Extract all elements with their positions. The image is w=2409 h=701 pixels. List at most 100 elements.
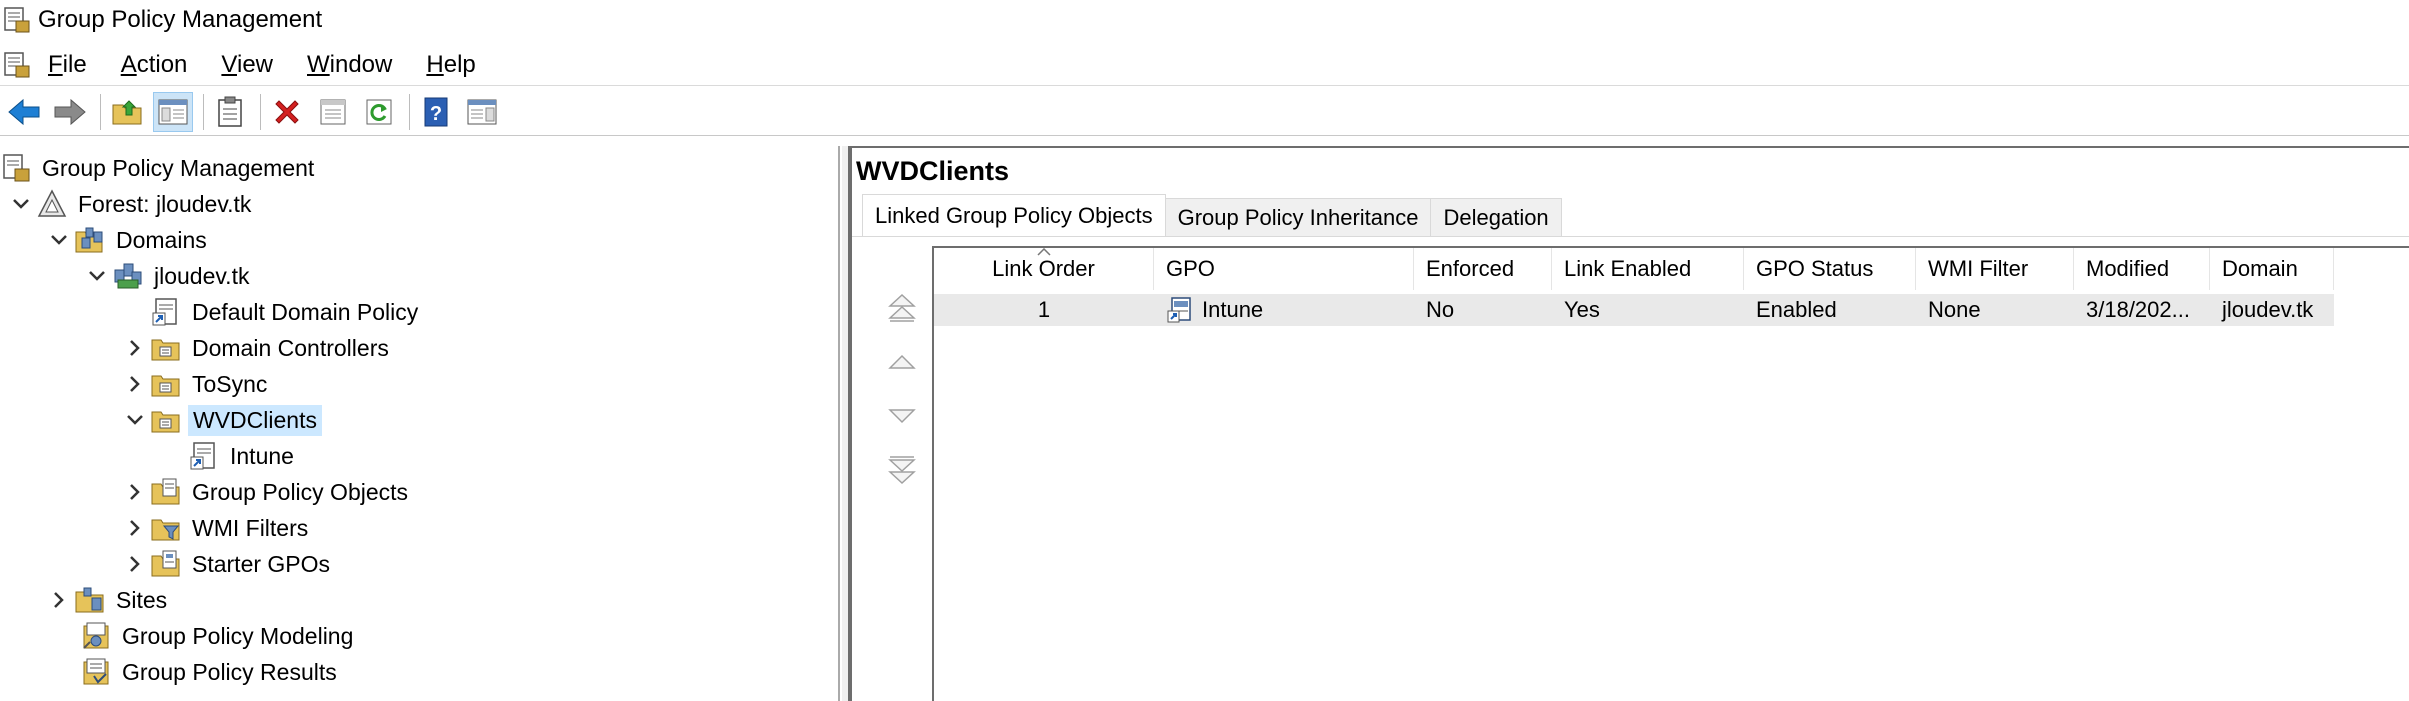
move-to-top-button[interactable]: [882, 288, 922, 328]
tree-item-label: jloudev.tk: [154, 262, 250, 289]
tree-item-label: Group Policy Modeling: [122, 622, 354, 649]
cell-gpo-status: Enabled: [1756, 297, 1837, 322]
cell-link-enabled: Yes: [1564, 297, 1600, 322]
column-header-gpo[interactable]: GPO: [1154, 248, 1414, 290]
tree-item-group-policy-results[interactable]: Group Policy Results: [80, 655, 341, 689]
gpo-link-icon: [190, 442, 215, 470]
toolbar-separator: [260, 93, 261, 130]
menu-bar: File Action View Window Help: [0, 44, 2409, 86]
tab-gp-inheritance[interactable]: Group Policy Inheritance: [1164, 198, 1432, 236]
show-hide-tree-icon: [158, 99, 188, 124]
back-button[interactable]: [4, 92, 44, 132]
chevron-right-icon[interactable]: [120, 549, 150, 579]
column-header-wmi-filter[interactable]: WMI Filter: [1916, 248, 2074, 290]
chevron-right-icon[interactable]: [120, 333, 150, 363]
modeling-icon: [83, 622, 109, 649]
details-pane: WVDClients Linked Group Policy Objects G…: [852, 146, 2409, 701]
forward-button[interactable]: [50, 92, 90, 132]
tree-item-domain-jloudev[interactable]: jloudev.tk: [82, 259, 253, 293]
starter-gpo-folder-icon: [151, 550, 180, 577]
menu-window[interactable]: Window: [307, 51, 392, 79]
paste-button[interactable]: [210, 92, 250, 132]
menu-file[interactable]: File: [48, 51, 87, 79]
tree-item-default-domain-policy[interactable]: Default Domain Policy: [150, 295, 422, 329]
forward-arrow-icon: [54, 98, 86, 125]
ou-folder-icon: [151, 339, 180, 361]
menu-view[interactable]: View: [221, 51, 273, 79]
chevron-down-icon[interactable]: [82, 261, 112, 291]
svg-text:?: ?: [430, 103, 442, 125]
column-header-modified[interactable]: Modified: [2074, 248, 2210, 290]
column-header-gpo-status[interactable]: GPO Status: [1744, 248, 1916, 290]
tab-delegation[interactable]: Delegation: [1430, 198, 1562, 236]
ou-folder-icon: [151, 375, 180, 397]
window-title: Group Policy Management: [38, 6, 323, 33]
tree-item-tosync[interactable]: ToSync: [120, 367, 271, 401]
tree-item-sites[interactable]: Sites: [44, 583, 171, 617]
linked-gpo-list[interactable]: Link Order GPO Enforced Link Enabled GPO…: [932, 246, 2409, 701]
results-icon: [83, 658, 109, 685]
chevron-down-icon[interactable]: [120, 405, 150, 435]
link-order-buttons: [882, 288, 922, 504]
cell-gpo: Intune: [1154, 294, 1414, 326]
properties-button[interactable]: [313, 92, 353, 132]
chevron-down-icon[interactable]: [44, 225, 74, 255]
table-row[interactable]: 1 Intune No Yes Enabled None 3/18/202...…: [934, 294, 2334, 326]
help-button[interactable]: ?: [416, 92, 456, 132]
tree-item-group-policy-objects[interactable]: Group Policy Objects: [120, 475, 412, 509]
column-header-link-order[interactable]: Link Order: [934, 248, 1154, 290]
tree-item-wvdclients[interactable]: WVDClients: [120, 403, 322, 437]
chevron-right-icon[interactable]: [120, 513, 150, 543]
system-menu-icon[interactable]: [2, 50, 32, 80]
help-icon: ?: [424, 97, 448, 126]
tree-item-wmi-filters[interactable]: WMI Filters: [120, 511, 312, 545]
action-pane-icon: [467, 99, 497, 124]
tree-item-domains[interactable]: Domains: [44, 223, 211, 257]
tree-item-domain-controllers[interactable]: Domain Controllers: [120, 331, 393, 365]
toolbar: ?: [0, 88, 2409, 136]
tree-item-starter-gpos[interactable]: Starter GPOs: [120, 547, 334, 581]
cell-enforced: No: [1426, 297, 1455, 322]
delete-button[interactable]: [267, 92, 307, 132]
gpmc-app-icon: [4, 7, 30, 33]
tree-item-label: Domain Controllers: [192, 334, 389, 361]
cell-domain: jloudev.tk: [2222, 297, 2314, 322]
tree-item-gpm-root[interactable]: Group Policy Management: [0, 151, 318, 185]
toolbar-separator: [203, 93, 204, 130]
chevron-right-icon[interactable]: [120, 477, 150, 507]
tree-item-label: Sites: [116, 586, 168, 613]
gpmc-root-icon: [3, 154, 30, 182]
tree-item-label: Domains: [116, 226, 207, 253]
tree-item-forest[interactable]: Forest: jloudev.tk: [6, 187, 255, 221]
refresh-button[interactable]: [359, 92, 399, 132]
up-one-level-button[interactable]: [107, 92, 147, 132]
gpo-folder-icon: [151, 478, 180, 505]
chevron-down-icon[interactable]: [6, 189, 36, 219]
tree-item-label: Group Policy Objects: [192, 478, 409, 505]
column-header-domain[interactable]: Domain: [2210, 248, 2334, 290]
menu-help[interactable]: Help: [426, 51, 475, 79]
move-up-button[interactable]: [882, 342, 922, 382]
menu-action[interactable]: Action: [121, 51, 188, 79]
move-down-icon: [888, 409, 916, 424]
column-header-link-enabled[interactable]: Link Enabled: [1552, 248, 1744, 290]
tab-linked-gpos[interactable]: Linked Group Policy Objects: [862, 194, 1166, 236]
move-to-top-icon: [888, 293, 916, 322]
cell-wmi-filter: None: [1928, 297, 1981, 322]
move-to-bottom-icon: [888, 456, 916, 485]
show-hide-console-tree-button[interactable]: [153, 91, 193, 132]
gpo-link-icon: [152, 298, 177, 326]
column-header-enforced[interactable]: Enforced: [1414, 248, 1552, 290]
chevron-right-icon[interactable]: [44, 585, 74, 615]
tree-item-intune[interactable]: Intune: [188, 439, 298, 473]
console-tree[interactable]: Group Policy Management Forest: jloudev.…: [0, 146, 840, 701]
tree-item-label: Starter GPOs: [192, 550, 331, 577]
move-to-bottom-button[interactable]: [882, 450, 922, 490]
chevron-right-icon[interactable]: [120, 369, 150, 399]
move-down-button[interactable]: [882, 396, 922, 436]
tree-item-group-policy-modeling[interactable]: Group Policy Modeling: [80, 619, 357, 653]
gpo-link-icon: [1167, 297, 1191, 323]
list-header: Link Order GPO Enforced Link Enabled GPO…: [934, 248, 2334, 290]
show-hide-action-pane-button[interactable]: [462, 92, 502, 132]
toolbar-separator: [100, 93, 101, 130]
